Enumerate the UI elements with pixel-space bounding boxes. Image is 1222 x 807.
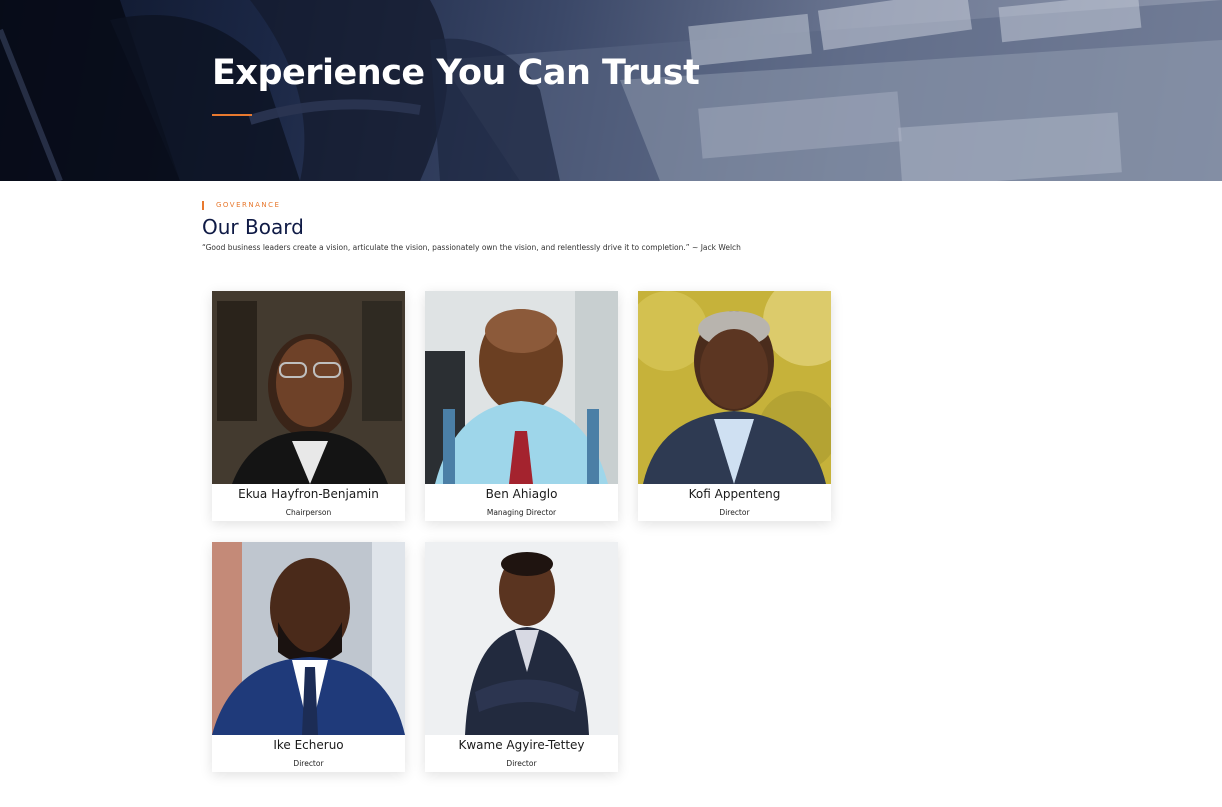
board-member-role: Director xyxy=(719,508,750,517)
board-member-name: Ekua Hayfron-Benjamin xyxy=(238,487,379,501)
board-member-card[interactable]: Ben Ahiaglo Managing Director xyxy=(425,291,618,521)
section-quote: “Good business leaders create a vision, … xyxy=(202,243,741,252)
board-member-role: Director xyxy=(293,759,324,768)
board-member-role: Director xyxy=(506,759,537,768)
board-member-card[interactable]: Kwame Agyire-Tettey Director xyxy=(425,542,618,772)
board-member-card[interactable]: Ike Echeruo Director xyxy=(212,542,405,772)
board-member-name: Ike Echeruo xyxy=(273,738,344,752)
board-member-name: Kofi Appenteng xyxy=(688,487,781,501)
hero-title: Experience You Can Trust xyxy=(212,53,700,93)
board-member-card[interactable]: Kofi Appenteng Director xyxy=(638,291,831,521)
board-member-role: Managing Director xyxy=(486,508,557,517)
section-eyebrow-tag: GOVERNANCE xyxy=(202,201,280,210)
section-title: Our Board xyxy=(202,215,304,239)
board-member-photo xyxy=(425,291,618,484)
hero-banner: Experience You Can Trust xyxy=(0,0,1222,181)
board-member-card[interactable]: Ekua Hayfron-Benjamin Chairperson xyxy=(212,291,405,521)
board-member-name: Ben Ahiaglo xyxy=(485,487,558,501)
board-member-photo xyxy=(638,291,831,484)
board-member-photo xyxy=(212,542,405,735)
hero-title-underline xyxy=(212,114,252,116)
board-member-photo xyxy=(212,291,405,484)
board-member-name: Kwame Agyire-Tettey xyxy=(458,738,585,752)
board-member-role: Chairperson xyxy=(285,508,332,517)
board-member-photo xyxy=(425,542,618,735)
